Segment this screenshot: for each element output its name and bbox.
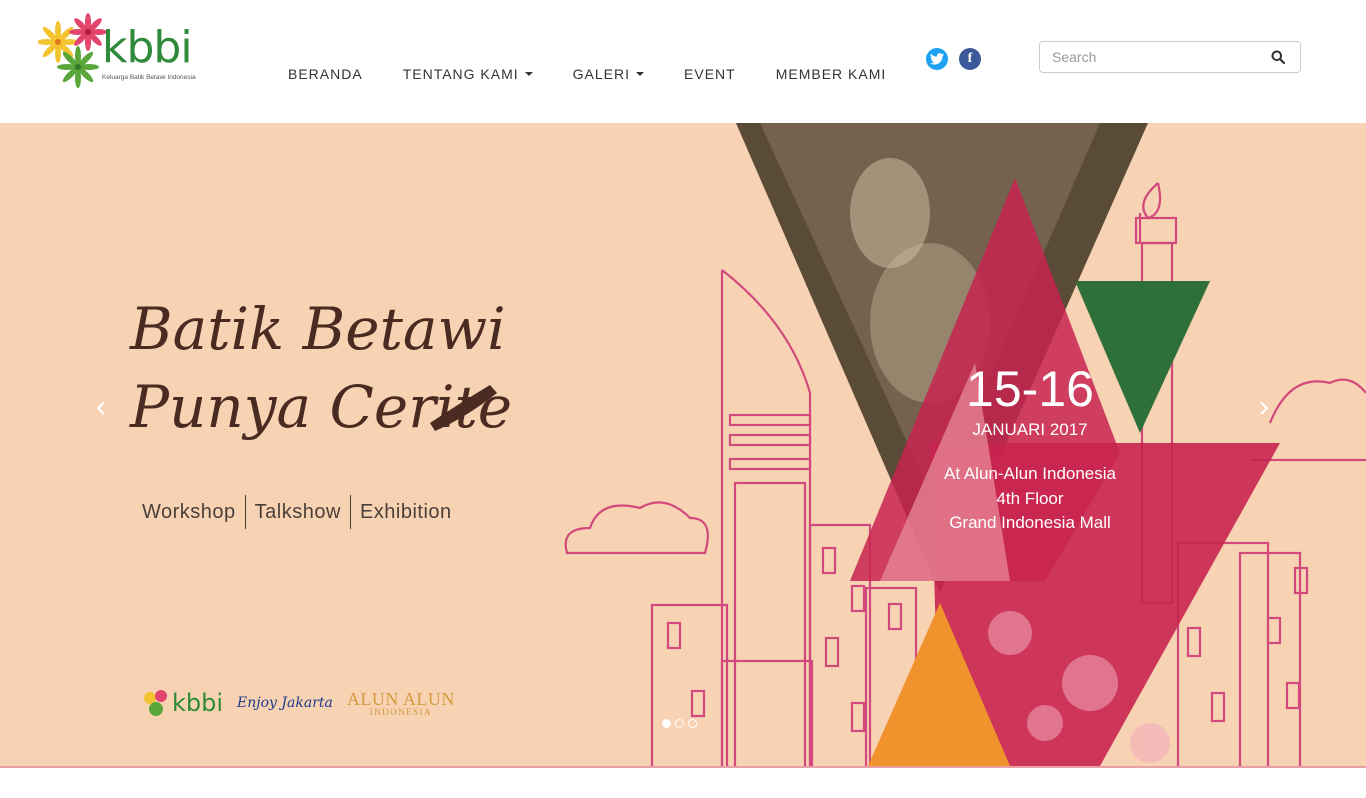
nav-label: GALERI [572,66,631,82]
hero-carousel: 15-16 JANUARI 2017 At Alun-Alun Indonesi… [0,123,1366,766]
nav-label: BERANDA [288,66,363,82]
flower-logo-icon [38,13,107,88]
carousel-indicator-1[interactable] [662,719,671,728]
nav-item-event[interactable]: EVENT [664,62,756,86]
headline-line: Batik Betawi [130,295,506,363]
twitter-icon[interactable] [926,48,948,70]
caret-down-icon [636,72,645,76]
partner-kbbi-text: kbbi [172,689,224,717]
carousel-indicator-2[interactable] [675,719,684,728]
event-services: Workshop Talkshow Exhibition [142,495,452,529]
search-icon [1271,50,1285,64]
alun-alun-subtext: INDONESIA [369,706,433,717]
partner-alun-alun-logo: ALUN ALUN INDONESIA [347,690,455,717]
event-month: JANUARI 2017 [972,420,1088,439]
facebook-glyph: f [967,51,973,66]
search-input[interactable] [1040,42,1260,72]
carousel-next-button[interactable]: › [1252,390,1276,423]
service-label: Workshop [142,500,236,523]
banner-bottom-border [0,766,1366,768]
logo-tagline: Keluarga Batik Betawi Indonesia [102,74,196,81]
twitter-bird-icon [930,53,944,65]
caret-down-icon [524,72,533,76]
site-header: kbbi Keluarga Batik Betawi Indonesia BER… [0,0,1366,124]
partner-logos: kbbi Enjoy Jakarta ALUN ALUN INDONESIA [142,681,455,725]
banner-headline: Batik Betawi Punya Cerite [130,290,512,447]
chevron-right-icon: › [1259,390,1269,423]
search-button[interactable] [1256,42,1300,72]
divider [244,495,246,529]
nav-item-beranda[interactable]: BERANDA [268,62,383,86]
nav-label: TENTANG KAMI [402,66,519,82]
event-location-line: 4th Floor [996,488,1064,508]
nav-item-member-kami[interactable]: MEMBER KAMI [756,62,907,86]
main-nav: BERANDA TENTANG KAMI GALERI EVENT MEMBER… [268,62,906,86]
partner-kbbi-logo: kbbi [142,688,223,718]
carousel-indicator-3[interactable] [688,719,697,728]
carousel-prev-button[interactable]: ‹ [89,390,113,423]
alun-alun-text: ALUN ALUN [346,688,455,709]
event-date: 15-16 [966,361,1094,417]
carousel-indicators [662,719,697,728]
partner-enjoy-jakarta-logo: Enjoy Jakarta [237,695,333,711]
event-location-line: Grand Indonesia Mall [949,513,1111,533]
kbbi-logo[interactable]: kbbi Keluarga Batik Betawi Indonesia [38,12,208,92]
divider [349,495,351,529]
flower-icon [144,690,167,716]
chevron-left-icon: ‹ [96,390,106,423]
nav-item-tentang-kami[interactable]: TENTANG KAMI [383,62,553,86]
service-label: Talkshow [254,500,341,523]
search-box [1039,41,1301,73]
nav-item-galeri[interactable]: GALERI [553,62,664,86]
event-location: At Alun-Alun Indonesia 4th Floor Grand I… [925,462,1135,536]
social-links: f [926,48,981,70]
service-label: Exhibition [359,500,452,523]
nav-label: MEMBER KAMI [775,66,887,82]
nav-label: EVENT [684,66,736,82]
headline-line: Punya Cerite [130,373,513,442]
facebook-icon[interactable]: f [959,48,981,70]
logo-wordmark: kbbi [102,22,193,73]
event-location-line: At Alun-Alun Indonesia [943,464,1116,483]
